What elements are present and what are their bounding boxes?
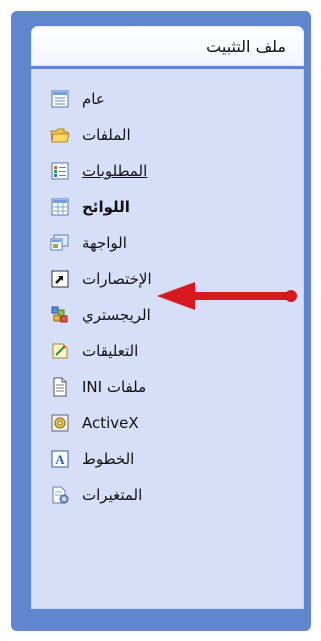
activex-icon — [50, 413, 70, 433]
svg-text:A: A — [55, 452, 65, 467]
menu-item-fonts[interactable]: A الخطوط — [32, 441, 272, 477]
folder-icon — [50, 125, 70, 145]
menu-item-label: المتغيرات — [82, 486, 143, 504]
shortcut-arrow-icon — [50, 269, 70, 289]
menu-item-label: ملفات INI — [82, 378, 147, 396]
menu-item-label: التعليقات — [82, 342, 139, 360]
panel-body: عام الملفات المطلوبات اللوائح الواجهة ال… — [31, 69, 304, 609]
menu-item-activex[interactable]: ActiveX — [32, 405, 272, 441]
panel-header: ملف التثبيت — [31, 26, 304, 66]
menu-item-label: اللوائح — [82, 198, 130, 216]
grid-icon — [50, 197, 70, 217]
menu-item-variables[interactable]: المتغيرات — [32, 477, 272, 513]
menu-item-label: ActiveX — [82, 414, 139, 432]
notes-icon — [50, 341, 70, 361]
variables-icon — [50, 485, 70, 505]
menu-item-label: الملفات — [82, 126, 131, 144]
registry-icon — [50, 305, 70, 325]
menu-item-lists[interactable]: اللوائح — [32, 189, 272, 225]
red-arrow-annotation — [157, 282, 297, 310]
menu-item-label: الخطوط — [82, 450, 135, 468]
menu-item-label: المطلوبات — [82, 162, 148, 180]
menu-item-label: الريجستري — [82, 306, 151, 324]
menu-item-interface[interactable]: الواجهة — [32, 225, 272, 261]
menu-item-label: الإختصارات — [82, 270, 152, 288]
menu-item-comments[interactable]: التعليقات — [32, 333, 272, 369]
page: ملف التثبيت عام الملفات المطلوبات اللوائ… — [0, 0, 321, 641]
menu-item-general[interactable]: عام — [32, 81, 272, 117]
ini-file-icon — [50, 377, 70, 397]
installer-panel: ملف التثبيت عام الملفات المطلوبات اللوائ… — [11, 11, 311, 631]
list-icon — [50, 89, 70, 109]
checklist-icon — [50, 161, 70, 181]
menu-item-files[interactable]: الملفات — [32, 117, 272, 153]
menu-item-label: الواجهة — [82, 234, 127, 252]
menu-item-ini-files[interactable]: ملفات INI — [32, 369, 272, 405]
menu-item-requirements[interactable]: المطلوبات — [32, 153, 272, 189]
font-icon: A — [50, 449, 70, 469]
interface-icon — [50, 233, 70, 253]
menu-item-label: عام — [82, 90, 105, 108]
panel-title: ملف التثبيت — [206, 36, 286, 56]
